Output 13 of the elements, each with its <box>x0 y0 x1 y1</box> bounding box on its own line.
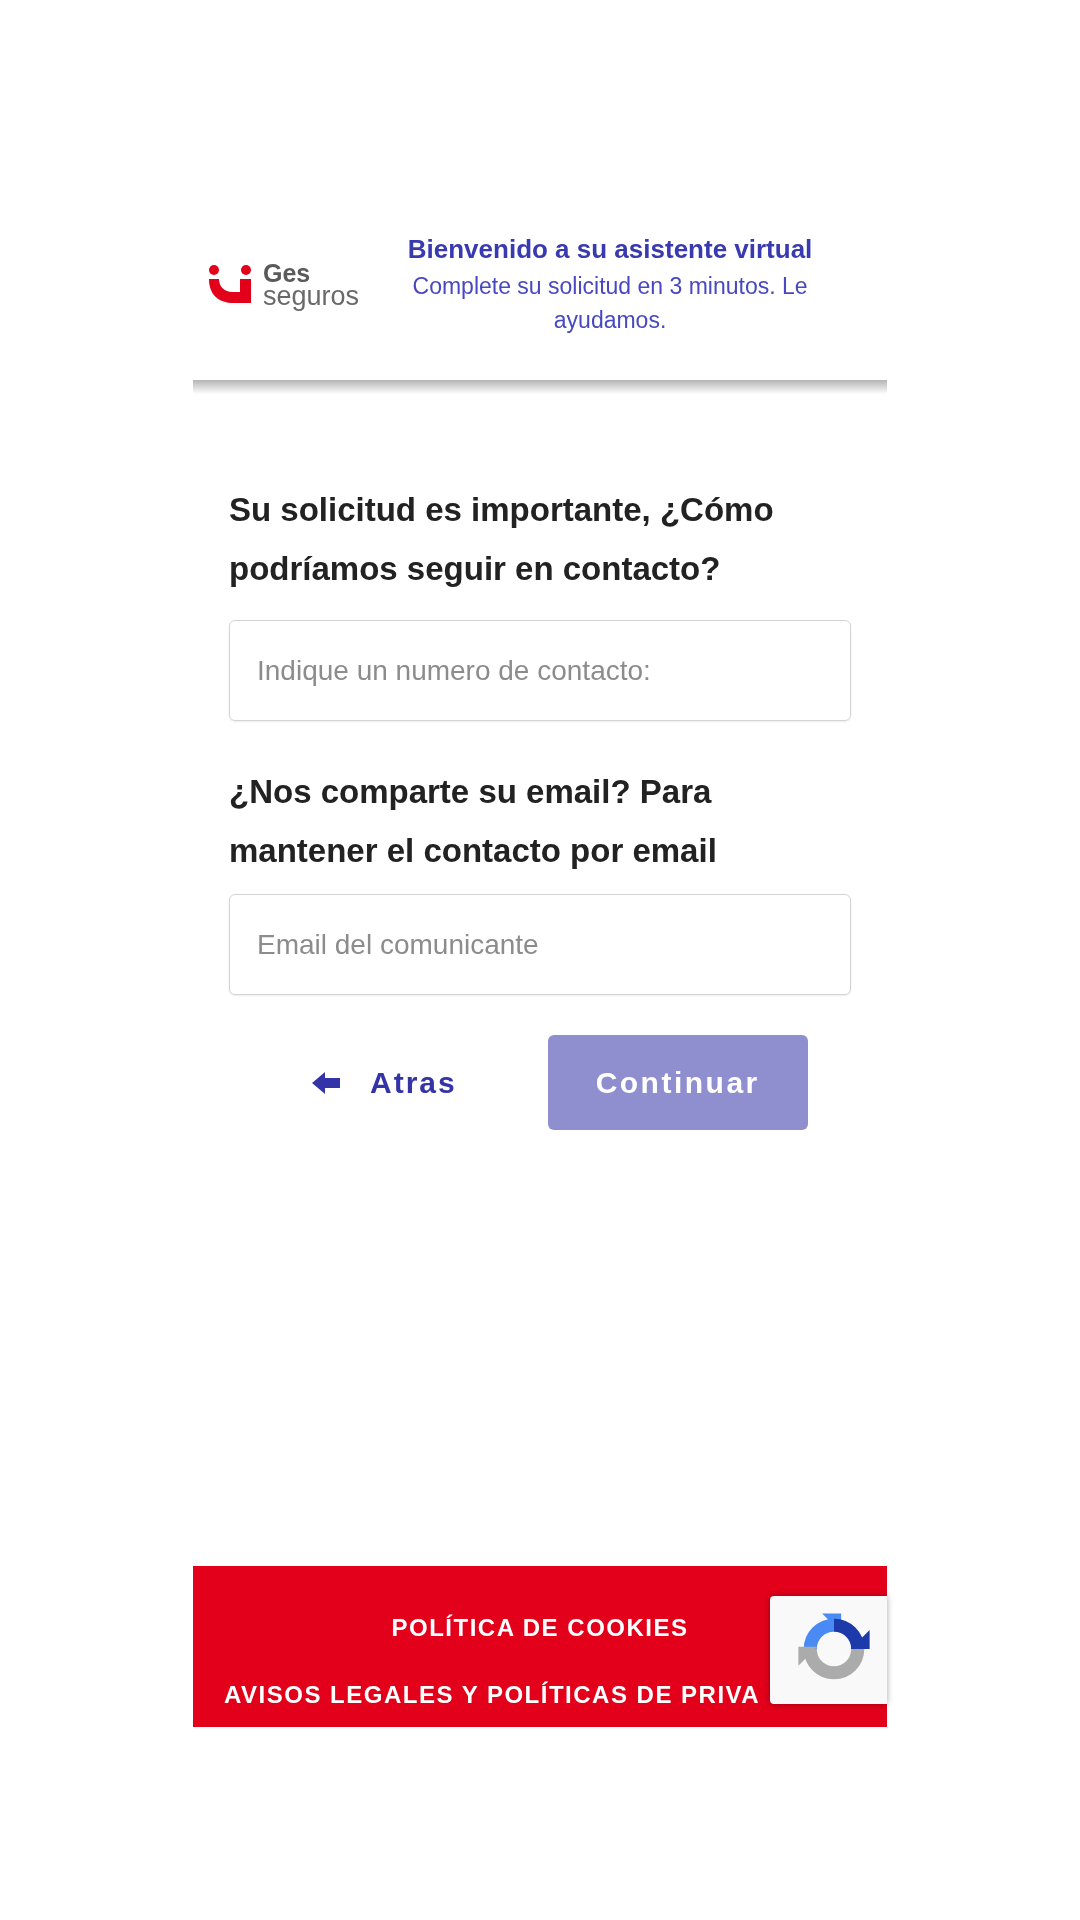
question-text: ¿Nos comparte su email? Para mantener el contacto por email <box>229 772 718 871</box>
back-button[interactable]: Atras <box>300 1052 469 1113</box>
input-field[interactable]: Email del comunicante <box>229 894 851 995</box>
welcome-title: Bienvenido a su asistente virtual <box>407 233 813 265</box>
question-text: Su solicitud es importante, ¿Cómo podríamos seguir en contacto? <box>229 490 775 589</box>
continue-button[interactable]: Continuar <box>547 1035 808 1130</box>
footer-link[interactable]: AVISOS LEGALES Y POLÍTICAS DE PRIVA <box>224 1680 761 1710</box>
welcome-subtitle: Complete su solicitud en 3 minutos. Le ayudamos. <box>411 272 809 335</box>
input-field[interactable]: Indique un numero de contacto: <box>229 620 851 721</box>
left-arrow-icon <box>312 1071 340 1094</box>
logo-wordmark-top: Ges <box>263 262 312 284</box>
logo-icon <box>208 265 252 305</box>
footer-link[interactable]: POLÍTICA DE COOKIES <box>391 1613 689 1643</box>
